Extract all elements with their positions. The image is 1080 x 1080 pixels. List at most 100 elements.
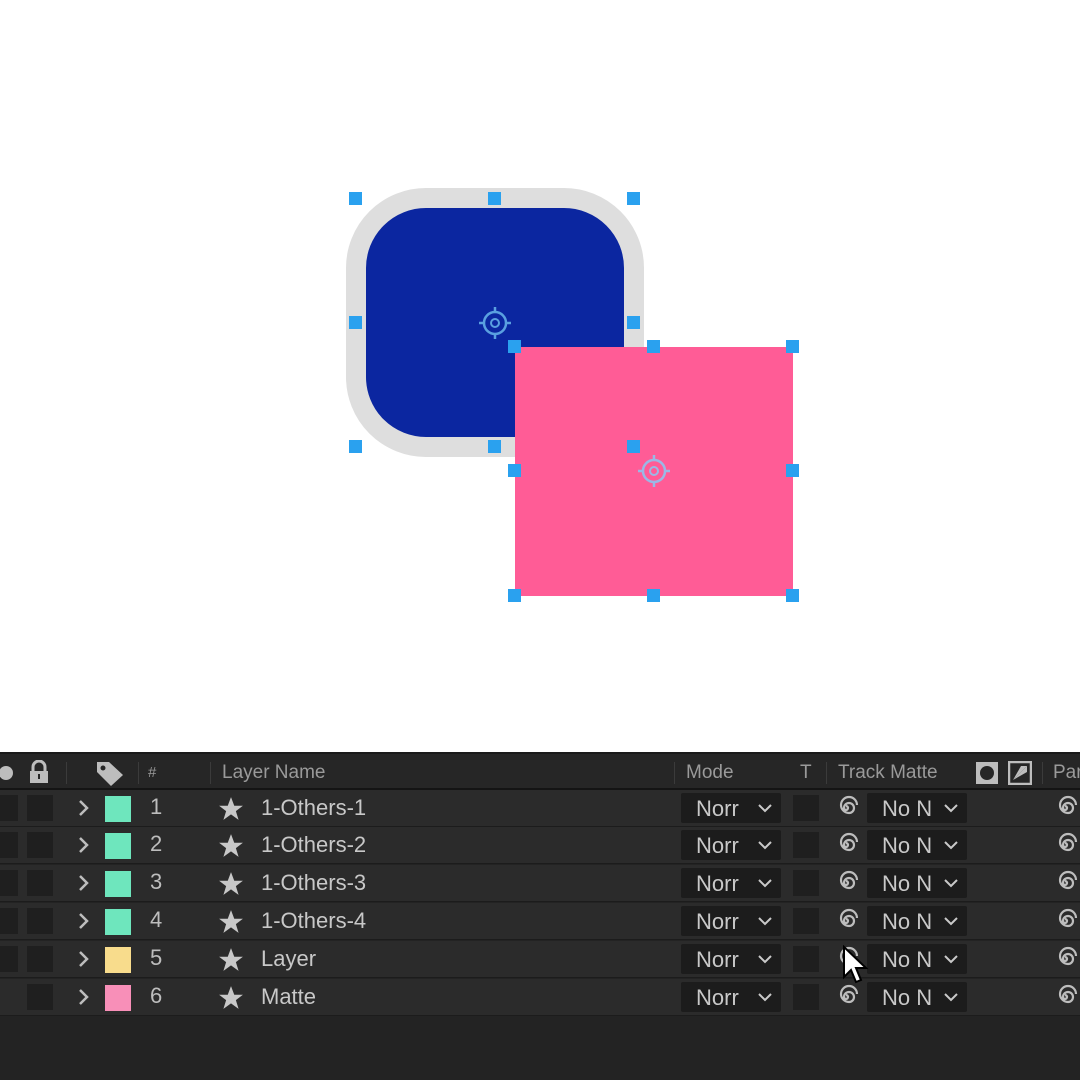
solo-toggle[interactable]	[0, 870, 18, 896]
chevron-down-icon	[758, 993, 772, 1002]
pick-whip-icon[interactable]	[833, 832, 859, 858]
transform-handle[interactable]	[627, 192, 640, 205]
transform-handle[interactable]	[488, 192, 501, 205]
lock-toggle[interactable]	[27, 908, 53, 934]
label-color-swatch[interactable]	[105, 796, 131, 822]
preserve-transparency-toggle[interactable]	[793, 908, 819, 934]
pick-whip-icon[interactable]	[833, 795, 859, 821]
mouse-cursor-icon	[843, 945, 869, 984]
layer-name[interactable]: Layer	[261, 946, 316, 972]
lock-toggle[interactable]	[27, 832, 53, 858]
chevron-right-icon[interactable]	[76, 833, 92, 857]
track-matte-dropdown[interactable]: No N	[867, 868, 967, 898]
mode-dropdown[interactable]: Norr	[681, 868, 781, 898]
preserve-transparency-toggle[interactable]	[793, 832, 819, 858]
label-color-swatch[interactable]	[105, 833, 131, 859]
label-color-swatch[interactable]	[105, 985, 131, 1011]
chevron-right-icon[interactable]	[76, 909, 92, 933]
parent-pick-whip-icon[interactable]	[1052, 795, 1078, 821]
layer-name[interactable]: 1-Others-2	[261, 832, 366, 858]
layer-row[interactable]: 4 1-Others-4 Norr No N	[0, 903, 1080, 940]
transform-handle[interactable]	[508, 464, 521, 477]
star-icon	[219, 948, 243, 971]
star-icon	[219, 797, 243, 820]
composition-viewer[interactable]	[0, 0, 1080, 752]
preserve-transparency-toggle[interactable]	[793, 870, 819, 896]
preserve-transparency-toggle[interactable]	[793, 795, 819, 821]
chevron-right-icon[interactable]	[76, 871, 92, 895]
composition-canvas[interactable]	[0, 0, 1080, 752]
transform-handle[interactable]	[349, 316, 362, 329]
mode-dropdown[interactable]: Norr	[681, 944, 781, 974]
lock-toggle[interactable]	[27, 870, 53, 896]
layer-name[interactable]: Matte	[261, 984, 316, 1010]
transform-handle[interactable]	[627, 440, 640, 453]
track-matte-dropdown[interactable]: No N	[867, 982, 967, 1012]
transform-handle[interactable]	[508, 589, 521, 602]
transform-handle[interactable]	[647, 589, 660, 602]
solo-icon[interactable]	[0, 762, 16, 784]
lock-icon[interactable]	[28, 760, 50, 784]
matte-alpha-icon[interactable]	[975, 761, 999, 785]
mode-dropdown[interactable]: Norr	[681, 906, 781, 936]
transform-handle[interactable]	[647, 340, 660, 353]
parent-pick-whip-icon[interactable]	[1052, 984, 1078, 1010]
label-color-swatch[interactable]	[105, 947, 131, 973]
preserve-transparency-toggle[interactable]	[793, 946, 819, 972]
label-color-swatch[interactable]	[105, 871, 131, 897]
label-tag-icon[interactable]	[95, 760, 125, 786]
layer-number: 2	[150, 831, 163, 856]
lock-toggle[interactable]	[27, 795, 53, 821]
layer-number: 4	[150, 907, 163, 932]
preserve-transparency-toggle[interactable]	[793, 984, 819, 1010]
track-matte-dropdown[interactable]: No N	[867, 793, 967, 823]
chevron-right-icon[interactable]	[76, 947, 92, 971]
layer-name[interactable]: 1-Others-3	[261, 870, 366, 896]
chevron-down-icon	[944, 993, 958, 1002]
transform-handle[interactable]	[786, 589, 799, 602]
mode-dropdown[interactable]: Norr	[681, 793, 781, 823]
layer-row[interactable]: 5 Layer Norr No N	[0, 941, 1080, 978]
chevron-right-icon[interactable]	[76, 796, 92, 820]
matte-invert-icon[interactable]	[1008, 761, 1032, 785]
chevron-down-icon	[944, 955, 958, 964]
label-color-swatch[interactable]	[105, 909, 131, 935]
chevron-down-icon	[758, 841, 772, 850]
layer-name[interactable]: 1-Others-4	[261, 908, 366, 934]
layer-number: 3	[150, 869, 163, 894]
layer-row[interactable]: 6 Matte Norr No N	[0, 979, 1080, 1016]
track-matte-dropdown[interactable]: No N	[867, 906, 967, 936]
layer-row[interactable]: 3 1-Others-3 Norr No N	[0, 865, 1080, 902]
transform-handle[interactable]	[786, 340, 799, 353]
track-matte-dropdown[interactable]: No N	[867, 944, 967, 974]
pick-whip-icon[interactable]	[833, 870, 859, 896]
solo-toggle[interactable]	[0, 795, 18, 821]
pink-square-shape[interactable]	[515, 347, 793, 596]
parent-pick-whip-icon[interactable]	[1052, 946, 1078, 972]
transform-handle[interactable]	[508, 340, 521, 353]
transform-handle[interactable]	[627, 316, 640, 329]
parent-pick-whip-icon[interactable]	[1052, 908, 1078, 934]
lock-toggle[interactable]	[27, 946, 53, 972]
layer-number: 5	[150, 945, 163, 970]
parent-pick-whip-icon[interactable]	[1052, 870, 1078, 896]
transform-handle[interactable]	[349, 192, 362, 205]
mode-dropdown[interactable]: Norr	[681, 830, 781, 860]
chevron-right-icon[interactable]	[76, 985, 92, 1009]
mode-header: Mode	[686, 762, 734, 783]
mode-dropdown[interactable]: Norr	[681, 982, 781, 1012]
lock-toggle[interactable]	[27, 984, 53, 1010]
parent-pick-whip-icon[interactable]	[1052, 832, 1078, 858]
solo-toggle[interactable]	[0, 946, 18, 972]
layer-row[interactable]: 2 1-Others-2 Norr No N	[0, 827, 1080, 864]
transform-handle[interactable]	[488, 440, 501, 453]
track-matte-dropdown[interactable]: No N	[867, 830, 967, 860]
pick-whip-icon[interactable]	[833, 908, 859, 934]
transform-handle[interactable]	[786, 464, 799, 477]
solo-toggle[interactable]	[0, 908, 18, 934]
transform-handle[interactable]	[349, 440, 362, 453]
layer-name[interactable]: 1-Others-1	[261, 795, 366, 821]
solo-toggle[interactable]	[0, 832, 18, 858]
layer-row[interactable]: 1 1-Others-1 Norr No N	[0, 790, 1080, 827]
layer-name-header[interactable]: Layer Name	[222, 762, 326, 784]
